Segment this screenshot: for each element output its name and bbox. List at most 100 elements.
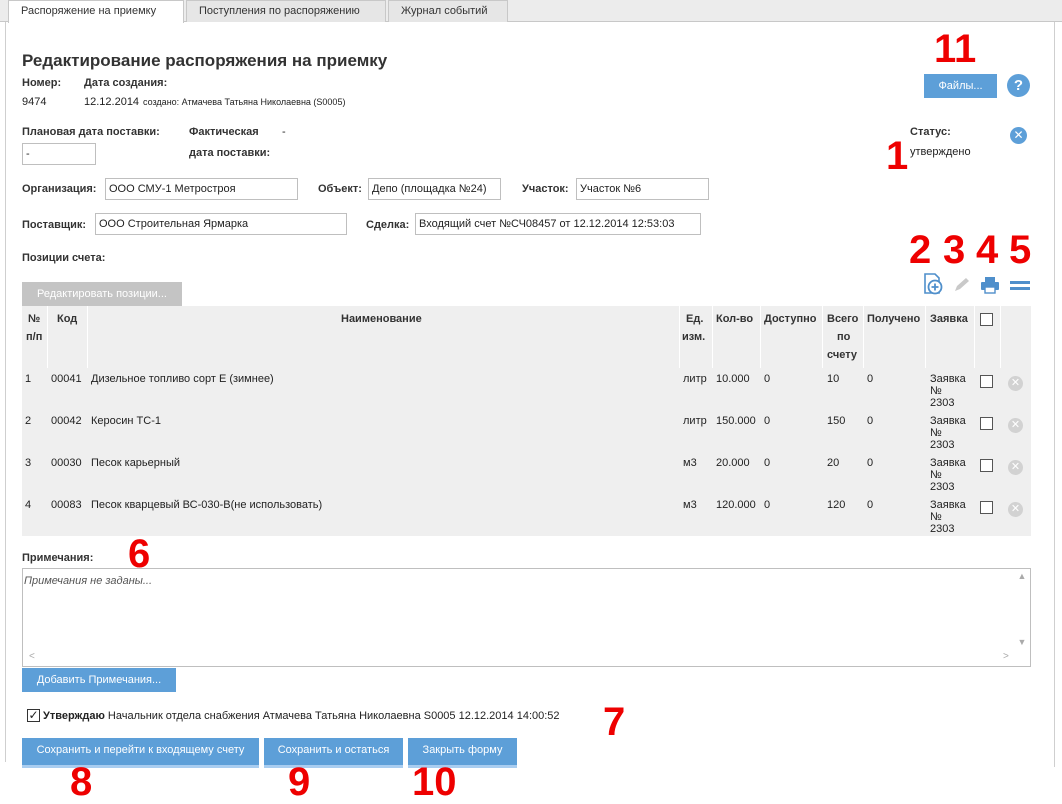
header-total-3: счету [827,349,857,361]
actual-date-label-2: дата поставки: [189,147,271,159]
header-request: Заявка [930,313,968,325]
row-checkbox[interactable] [980,501,993,514]
row-delete-icon[interactable]: ✕ [1008,502,1023,517]
cell-n: 3 [25,457,32,469]
status-label: Статус: [910,126,951,138]
notes-textarea[interactable]: Примечания не заданы... ▲ ▼ < > [22,568,1031,667]
cell-recv: 0 [867,415,874,427]
row-checkbox[interactable] [980,375,993,388]
save-and-stay-button[interactable]: Сохранить и остаться [264,738,403,768]
tab-receipts[interactable]: Поступления по распоряжению [186,0,386,22]
positions-label: Позиции счета: [22,252,106,264]
header-qty: Кол-во [716,313,754,325]
approve-checkbox[interactable]: ✓ [27,709,40,722]
cell-request-3: 2303 [930,397,955,409]
col-sep [712,306,713,368]
col-sep [1000,306,1001,368]
callout-9: 9 [288,760,311,804]
edit-position-icon[interactable] [952,276,972,294]
cell-unit: м3 [683,457,697,469]
deal-input[interactable]: Входящий счет №СЧ08457 от 12.12.2014 12:… [415,213,701,235]
cell-qty: 20.000 [716,457,750,469]
created-date: 12.12.2014 [84,96,140,108]
frame-right-border [1054,22,1055,767]
col-sep [87,306,88,368]
col-sep [863,306,864,368]
actual-date-label-1: Фактическая [189,126,259,138]
row-checkbox[interactable] [980,459,993,472]
cell-n: 4 [25,499,32,511]
scroll-down-icon[interactable]: ▼ [1015,637,1029,647]
planned-date-input[interactable]: - [22,143,96,165]
scroll-right-icon[interactable]: > [1003,651,1009,662]
save-and-go-button[interactable]: Сохранить и перейти к входящему счету [22,738,259,768]
menu-icon[interactable] [1010,280,1030,292]
object-input[interactable]: Депо (площадка №24) [368,178,501,200]
callout-1: 1 [886,134,909,178]
number-value: 9474 [22,96,47,108]
edit-positions-button[interactable]: Редактировать позиции... [22,282,182,306]
tab-event-log[interactable]: Журнал событий [388,0,508,22]
header-num-2: п/п [26,331,43,343]
col-sep [974,306,975,368]
callout-5: 5 [1009,228,1032,272]
deal-label: Сделка: [366,219,410,231]
scroll-up-icon[interactable]: ▲ [1015,571,1029,581]
notes-vscrollbar[interactable]: ▲ ▼ [1015,571,1029,651]
section-input[interactable]: Участок №6 [576,178,709,200]
section-label: Участок: [522,183,569,195]
col-sep [925,306,926,368]
callout-10: 10 [412,760,457,804]
supplier-label: Поставщик: [22,219,87,231]
scroll-left-icon[interactable]: < [29,651,35,662]
cell-total: 20 [827,457,840,469]
print-icon[interactable] [980,276,1000,294]
cell-unit: литр [683,373,707,385]
col-sep [679,306,680,368]
cell-recv: 0 [867,373,874,385]
row-delete-icon[interactable]: ✕ [1008,418,1023,433]
cell-total: 120 [827,499,846,511]
status-close-icon[interactable]: ✕ [1010,127,1027,144]
cell-unit: м3 [683,499,697,511]
cell-n: 1 [25,373,32,385]
help-icon[interactable]: ? [1007,74,1030,97]
supplier-input[interactable]: ООО Строительная Ярмарка [95,213,347,235]
header-received: Получено [867,313,921,325]
number-label: Номер: [22,77,62,89]
cell-name: Дизельное топливо сорт Е (зимнее) [91,373,274,385]
header-available: Доступно [764,313,817,325]
cell-request-3: 2303 [930,523,955,535]
cell-qty: 150.000 [716,415,756,427]
notes-placeholder: Примечания не заданы... [24,575,153,587]
cell-request-3: 2303 [930,439,955,451]
cell-code: 00030 [51,457,82,469]
cell-recv: 0 [867,499,874,511]
cell-qty: 120.000 [716,499,756,511]
add-position-icon[interactable] [921,272,945,296]
cell-avail: 0 [764,499,771,511]
select-all-checkbox[interactable] [980,313,993,326]
col-sep [47,306,48,368]
row-delete-icon[interactable]: ✕ [1008,376,1023,391]
approve-details: Начальник отдела снабжения Атмачева Тать… [107,710,560,722]
cell-avail: 0 [764,457,771,469]
object-label: Объект: [318,183,362,195]
notes-hscrollbar[interactable]: < > [25,651,1028,665]
organization-input[interactable]: ООО СМУ-1 Метростроя [105,178,298,200]
cell-name: Керосин ТС-1 [91,415,161,427]
frame-left-border [5,22,6,762]
cell-total: 150 [827,415,846,427]
cell-code: 00042 [51,415,82,427]
row-delete-icon[interactable]: ✕ [1008,460,1023,475]
callout-8: 8 [70,760,93,804]
add-notes-button[interactable]: Добавить Примечания... [22,668,176,692]
tab-receipt-order[interactable]: Распоряжение на приемку [8,0,184,23]
files-button[interactable]: Файлы... [924,74,997,98]
header-num-1: № [28,313,41,325]
page-title: Редактирование распоряжения на приемку [22,51,388,70]
actual-date-value: - [282,126,286,138]
row-checkbox[interactable] [980,417,993,430]
cell-n: 2 [25,415,32,427]
tab-bar: Распоряжение на приемку Поступления по р… [0,0,1062,23]
